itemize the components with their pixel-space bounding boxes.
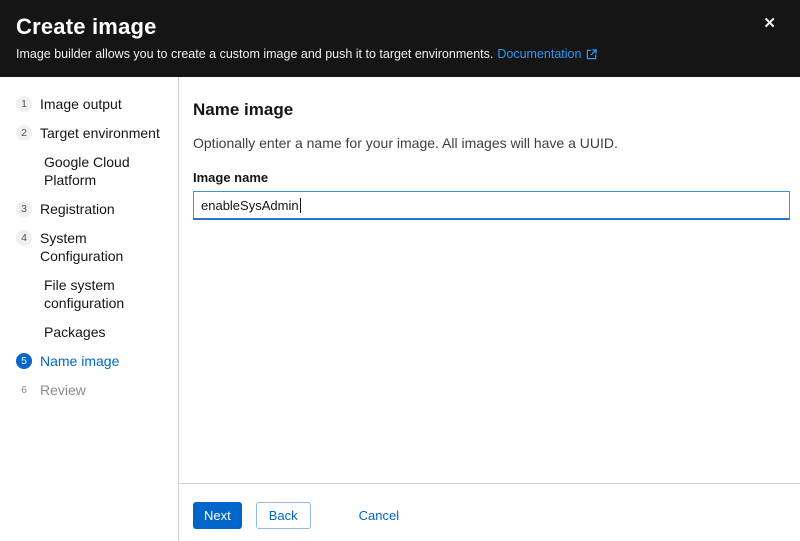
external-link-icon — [586, 49, 597, 60]
wizard-substep-google-cloud-platform[interactable]: Google Cloud Platform — [44, 153, 172, 189]
wizard-main: 1 Image output 2 Target environment Goog… — [0, 77, 800, 541]
wizard-step-name-image[interactable]: 5 Name image — [16, 352, 172, 370]
wizard-header: Create image Image builder allows you to… — [0, 0, 800, 77]
step-description: Optionally enter a name for your image. … — [193, 134, 790, 153]
step-number-badge: 2 — [16, 125, 32, 141]
wizard-substep-file-system-configuration[interactable]: File system configuration — [44, 276, 172, 312]
image-name-label: Image name — [193, 170, 790, 185]
documentation-link[interactable]: Documentation — [497, 46, 597, 62]
documentation-link-label: Documentation — [497, 46, 581, 62]
step-label: Name image — [40, 352, 119, 370]
close-icon: ✕ — [763, 15, 776, 32]
page-title: Create image — [16, 13, 784, 40]
step-label: Registration — [40, 200, 115, 218]
step-label: Review — [40, 381, 86, 399]
wizard-step-target-environment[interactable]: 2 Target environment — [16, 124, 172, 142]
step-label: System Configuration — [40, 229, 172, 265]
step-heading: Name image — [193, 99, 790, 121]
back-button[interactable]: Back — [256, 502, 311, 529]
step-label: Image output — [40, 95, 122, 113]
wizard-footer: Next Back Cancel — [179, 483, 800, 541]
wizard-step-image-output[interactable]: 1 Image output — [16, 95, 172, 113]
image-name-input[interactable]: enableSysAdmin — [193, 191, 790, 220]
wizard-subtitle: Image builder allows you to create a cus… — [16, 46, 784, 62]
content-column: Name image Optionally enter a name for y… — [179, 77, 800, 541]
next-button[interactable]: Next — [193, 502, 242, 529]
step-number-badge: 4 — [16, 230, 32, 246]
subtitle-text: Image builder allows you to create a cus… — [16, 46, 493, 62]
wizard-substep-packages[interactable]: Packages — [44, 323, 172, 341]
step-label: Target environment — [40, 124, 160, 142]
step-label: Google Cloud Platform — [44, 153, 164, 189]
step-number-badge: 5 — [16, 353, 32, 369]
image-name-value: enableSysAdmin — [201, 198, 299, 213]
wizard-step-system-configuration[interactable]: 4 System Configuration — [16, 229, 172, 265]
step-number-badge: 3 — [16, 201, 32, 217]
step-number-badge: 6 — [16, 382, 32, 398]
step-label: File system configuration — [44, 276, 164, 312]
text-cursor — [300, 198, 301, 213]
step-number-badge: 1 — [16, 96, 32, 112]
wizard-step-review: 6 Review — [16, 381, 172, 399]
cancel-button[interactable]: Cancel — [355, 502, 403, 529]
wizard-step-nav: 1 Image output 2 Target environment Goog… — [0, 77, 179, 541]
wizard-step-registration[interactable]: 3 Registration — [16, 200, 172, 218]
step-label: Packages — [44, 323, 105, 341]
content-body: Name image Optionally enter a name for y… — [179, 77, 800, 483]
close-button[interactable]: ✕ — [759, 14, 780, 33]
